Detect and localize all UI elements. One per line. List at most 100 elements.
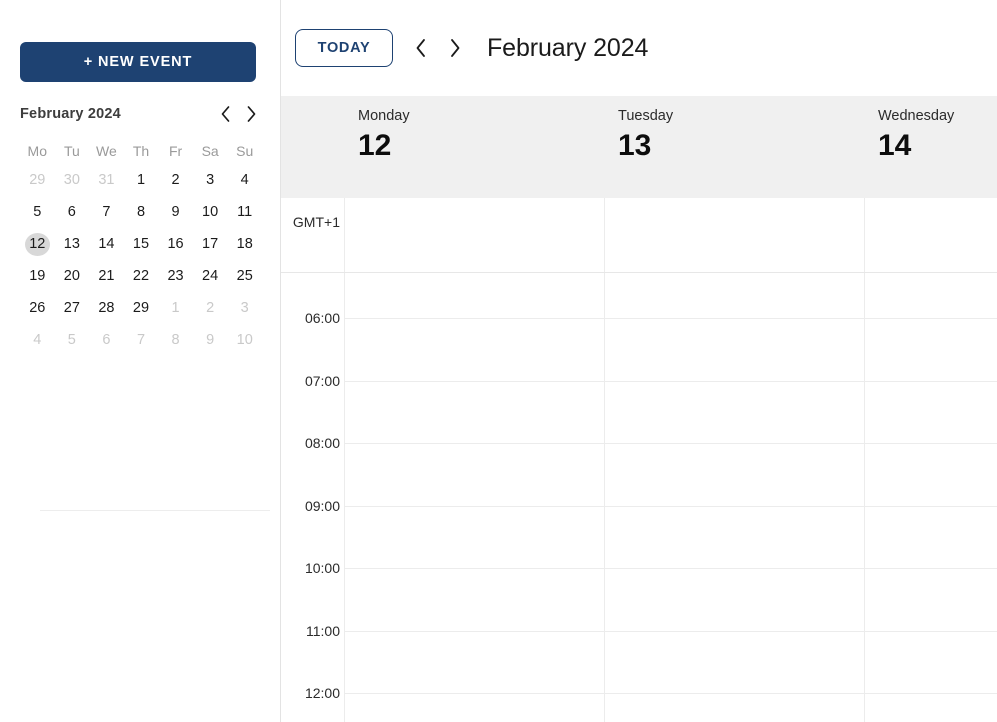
day-name: Wednesday — [878, 108, 955, 124]
mini-calendar-day[interactable]: 2 — [198, 297, 223, 320]
mini-calendar-day[interactable]: 25 — [232, 265, 257, 288]
new-event-button[interactable]: + NEW EVENT — [20, 42, 256, 82]
mini-calendar-day-selected[interactable]: 12 — [24, 233, 50, 256]
chevron-left-icon[interactable] — [219, 104, 232, 124]
mini-calendar-day[interactable]: 20 — [59, 265, 84, 288]
mini-calendar-weekday: Sa — [201, 143, 219, 159]
sidebar: + NEW EVENT February 2024 Mo Tu We Th Fr… — [0, 0, 281, 722]
sidebar-divider — [40, 510, 270, 511]
mini-calendar-day[interactable]: 18 — [232, 233, 257, 256]
mini-calendar-weekday: Th — [132, 143, 150, 159]
day-number: 13 — [618, 129, 652, 162]
mini-calendar-cell: 19 — [20, 265, 55, 288]
mini-calendar-day[interactable]: 29 — [25, 169, 50, 192]
mini-calendar-cell: 26 — [20, 297, 55, 320]
all-day-cell[interactable] — [345, 198, 605, 272]
hour-gridline — [865, 443, 997, 444]
day-column-header[interactable]: Tuesday 13 — [605, 96, 865, 198]
calendar-app: + NEW EVENT February 2024 Mo Tu We Th Fr… — [0, 0, 997, 722]
mini-calendar-day[interactable]: 28 — [94, 297, 119, 320]
day-column[interactable] — [605, 273, 865, 722]
chevron-right-icon[interactable] — [245, 104, 258, 124]
mini-calendar-day[interactable]: 5 — [25, 201, 50, 224]
hour-gridline — [345, 380, 604, 382]
day-column[interactable] — [865, 273, 997, 722]
mini-calendar-day[interactable]: 31 — [94, 169, 119, 192]
mini-calendar-day[interactable]: 6 — [94, 329, 119, 352]
hour-gridline — [605, 505, 864, 507]
day-column[interactable] — [345, 273, 605, 722]
mini-calendar-day[interactable]: 27 — [59, 297, 84, 320]
hour-label: 12:00 — [304, 685, 340, 701]
gutter-header-spacer — [281, 96, 345, 198]
mini-calendar-day[interactable]: 7 — [128, 329, 153, 352]
mini-calendar-weekday: Tu — [63, 143, 80, 159]
mini-calendar-weekday: Fr — [168, 143, 183, 159]
mini-calendar-day[interactable]: 29 — [128, 297, 153, 320]
next-period-icon[interactable] — [447, 36, 463, 60]
mini-calendar-day[interactable]: 8 — [128, 201, 153, 224]
mini-calendar-day[interactable]: 15 — [128, 233, 153, 256]
mini-calendar-day[interactable]: 22 — [128, 265, 153, 288]
day-number: 12 — [358, 129, 392, 162]
mini-calendar-day[interactable]: 7 — [94, 201, 119, 224]
mini-calendar-cell: 25 — [227, 265, 262, 288]
mini-calendar-day[interactable]: 30 — [59, 169, 84, 192]
mini-calendar-day[interactable]: 14 — [94, 233, 119, 256]
timezone-label: GMT+1 — [281, 198, 345, 272]
mini-calendar-day[interactable]: 3 — [198, 169, 223, 192]
mini-calendar-cell: 7 — [124, 329, 159, 352]
mini-calendar-cell: 16 — [158, 233, 193, 256]
all-day-cell[interactable] — [605, 198, 865, 272]
mini-calendar-day[interactable]: 11 — [232, 201, 257, 224]
mini-calendar-cell: 10 — [227, 329, 262, 352]
today-button[interactable]: TODAY — [295, 29, 393, 67]
hour-gridline — [865, 630, 997, 632]
mini-calendar-day[interactable]: 13 — [59, 233, 84, 256]
mini-calendar-day[interactable]: 19 — [25, 265, 50, 288]
mini-calendar-day[interactable]: 9 — [163, 201, 188, 224]
previous-period-icon[interactable] — [413, 36, 429, 60]
hour-gridline — [345, 318, 604, 319]
mini-calendar-day[interactable]: 8 — [163, 329, 188, 352]
calendar-toolbar: TODAY February 2024 — [281, 0, 997, 96]
hour-gridline — [865, 380, 997, 382]
day-column-header[interactable]: Wednesday 14 — [865, 96, 997, 198]
mini-calendar-day[interactable]: 21 — [94, 265, 119, 288]
hour-label: 09:00 — [304, 497, 340, 514]
mini-calendar-day[interactable]: 4 — [232, 169, 257, 192]
hour-label: 08:00 — [304, 435, 340, 451]
mini-calendar-header: February 2024 — [20, 100, 262, 128]
mini-calendar-cell: 9 — [193, 329, 228, 352]
mini-calendar-weekday: We — [96, 143, 117, 159]
mini-calendar-day[interactable]: 17 — [198, 233, 223, 256]
mini-calendar-day[interactable]: 1 — [163, 297, 188, 320]
hour-gridline — [605, 443, 864, 444]
mini-calendar-day[interactable]: 26 — [25, 297, 50, 320]
mini-calendar-cell: 6 — [89, 329, 124, 352]
hour-label: 11:00 — [306, 622, 340, 639]
hours-wrapper: 06:00 07:00 08:00 09:00 10:00 11:00 12:00 — [281, 273, 997, 722]
day-column-header[interactable]: Monday 12 — [345, 96, 605, 198]
mini-calendar-day[interactable]: 2 — [163, 169, 188, 192]
mini-calendar-day[interactable]: 1 — [128, 169, 153, 192]
mini-calendar-day[interactable]: 10 — [232, 329, 257, 352]
mini-calendar-cell: 29 — [20, 169, 55, 192]
hour-gridline — [605, 380, 864, 382]
mini-calendar-cell: 21 — [89, 265, 124, 288]
mini-calendar-day[interactable]: 6 — [59, 201, 84, 224]
mini-calendar-day[interactable]: 23 — [163, 265, 188, 288]
all-day-cell[interactable] — [865, 198, 997, 272]
mini-calendar-day[interactable]: 10 — [198, 201, 223, 224]
hour-gridline — [345, 693, 604, 694]
mini-calendar-day[interactable]: 3 — [232, 297, 257, 320]
mini-calendar-day[interactable]: 9 — [198, 329, 223, 352]
mini-calendar-cell: 27 — [55, 297, 90, 320]
mini-calendar-cell: 13 — [55, 233, 90, 256]
mini-calendar-day[interactable]: 24 — [198, 265, 223, 288]
mini-calendar-day[interactable]: 16 — [163, 233, 188, 256]
mini-calendar: February 2024 Mo Tu We Th Fr Sa Su 29 30 31 1 2 3 4 5 6… — [20, 100, 262, 352]
mini-calendar-grid: Mo Tu We Th Fr Sa Su 29 30 31 1 2 3 4 5 6 7 8 9 10 11 12 13 14 1… — [20, 142, 262, 352]
mini-calendar-day[interactable]: 5 — [59, 329, 84, 352]
mini-calendar-day[interactable]: 4 — [25, 329, 50, 352]
